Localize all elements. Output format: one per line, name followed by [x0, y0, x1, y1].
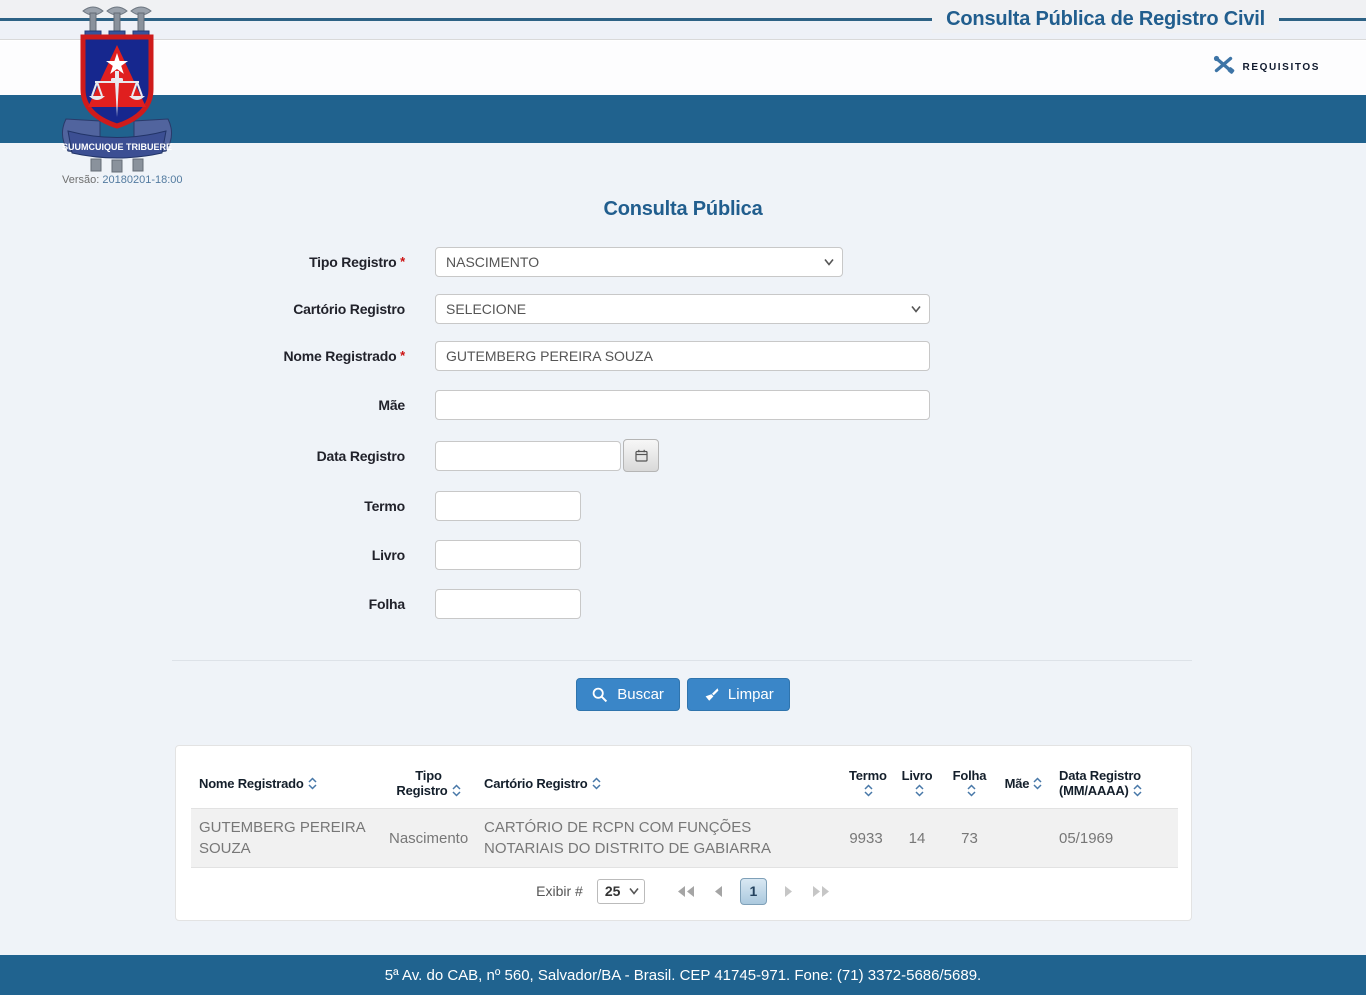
buscar-button[interactable]: Buscar [576, 678, 680, 711]
per-page-select[interactable]: 25 [597, 879, 645, 904]
termo-label: Termo [0, 498, 405, 514]
cartorio-registro-label: Cartório Registro [0, 301, 405, 317]
cell-nome-registrado: GUTEMBERG PEREIRA SOUZA [191, 809, 381, 868]
cell-termo: 9933 [841, 809, 891, 868]
last-page-button[interactable] [811, 885, 831, 898]
footer-address: 5ª Av. do CAB, nº 560, Salvador/BA - Bra… [385, 967, 981, 984]
logo-motto: SUUMCUIQUE TRIBUERE [62, 142, 172, 152]
tipo-registro-label: Tipo Registro * [0, 254, 405, 270]
cell-cartorio-registro: CARTÓRIO DE RCPN COM FUNÇÕES NOTARIAIS D… [476, 809, 841, 868]
cell-mae [996, 809, 1051, 868]
required-asterisk: * [400, 254, 405, 269]
col-header-nome-registrado[interactable]: Nome Registrado [191, 758, 381, 809]
form-row-cartorio-registro: Cartório Registro SELECIONE [0, 294, 1366, 324]
sort-icon[interactable] [967, 784, 976, 800]
page-title: Consulta Pública [0, 198, 1366, 221]
col-header-tipo-registro[interactable]: Tipo Registro [381, 758, 476, 809]
col-header-folha[interactable]: Folha [943, 758, 996, 809]
form-row-termo: Termo [0, 491, 1366, 521]
per-page-select-wrap: 25 [597, 879, 645, 904]
footer-bar: 5ª Av. do CAB, nº 560, Salvador/BA - Bra… [0, 955, 1366, 995]
form-row-data-registro: Data Registro [0, 439, 1366, 472]
sort-icon[interactable] [308, 777, 317, 793]
cell-livro: 14 [891, 809, 943, 868]
header-band-white [0, 41, 1366, 95]
sort-icon[interactable] [864, 784, 873, 800]
limpar-button[interactable]: Limpar [687, 678, 790, 711]
form-row-folha: Folha [0, 589, 1366, 619]
app-title: Consulta Pública de Registro Civil [932, 5, 1279, 33]
tipo-registro-select[interactable]: NASCIMENTO [435, 247, 843, 277]
action-buttons: Buscar Limpar [0, 678, 1366, 711]
header-blue-bar [0, 95, 1366, 143]
results-panel: Nome Registrado Tipo Registro Cartório R… [175, 745, 1192, 921]
page: Consulta Pública de Registro Civil REQUI… [0, 0, 1366, 995]
sort-icon[interactable] [452, 784, 461, 800]
mae-input[interactable] [435, 390, 930, 420]
requisitos-button[interactable]: REQUISITOS [1212, 55, 1321, 79]
pagination-bar: Exibir # 25 1 [191, 868, 1176, 914]
form-row-tipo-registro: Tipo Registro * NASCIMENTO [0, 247, 1366, 277]
data-registro-input[interactable] [435, 441, 621, 471]
col-header-cartorio-registro[interactable]: Cartório Registro [476, 758, 841, 809]
sort-icon[interactable] [592, 777, 601, 793]
form-divider [172, 660, 1192, 661]
cartorio-registro-select[interactable]: SELECIONE [435, 294, 930, 324]
first-page-button[interactable] [676, 885, 696, 898]
results-table: Nome Registrado Tipo Registro Cartório R… [191, 758, 1178, 868]
livro-label: Livro [0, 547, 405, 563]
data-registro-label: Data Registro [0, 448, 405, 464]
cell-data-registro: 05/1969 [1051, 809, 1178, 868]
form-row-livro: Livro [0, 540, 1366, 570]
pager-controls: 1 [676, 878, 831, 905]
folha-label: Folha [0, 596, 405, 612]
broom-icon [703, 687, 719, 703]
cell-folha: 73 [943, 809, 996, 868]
nome-registrado-input[interactable] [435, 341, 930, 371]
sort-icon[interactable] [1133, 784, 1142, 800]
col-header-data-registro[interactable]: Data Registro (MM/AAAA) [1051, 758, 1178, 809]
sort-icon[interactable] [1033, 777, 1042, 793]
table-row: GUTEMBERG PEREIRA SOUZA Nascimento CARTÓ… [191, 809, 1178, 868]
cell-tipo-registro: Nascimento [381, 809, 476, 868]
search-icon [592, 687, 608, 703]
axes-icon [83, 7, 151, 39]
main-content: Consulta Pública Tipo Registro * NASCIME… [0, 143, 1366, 955]
tools-icon [1212, 55, 1235, 79]
table-header-row: Nome Registrado Tipo Registro Cartório R… [191, 758, 1178, 809]
calendar-icon [635, 449, 648, 462]
col-header-livro[interactable]: Livro [891, 758, 943, 809]
current-page-button[interactable]: 1 [740, 878, 767, 905]
sort-icon[interactable] [915, 784, 924, 800]
next-page-button[interactable] [784, 885, 794, 898]
termo-input[interactable] [435, 491, 581, 521]
prev-page-button[interactable] [713, 885, 723, 898]
search-form: Tipo Registro * NASCIMENTO Cartório Regi… [0, 247, 1366, 619]
requisitos-label: REQUISITOS [1243, 62, 1321, 73]
form-row-mae: Mãe [0, 390, 1366, 420]
folha-input[interactable] [435, 589, 581, 619]
version-text: Versão: 20180201-18:00 [62, 174, 183, 186]
tribunal-logo: SUUMCUIQUE TRIBUERE [58, 3, 176, 180]
mae-label: Mãe [0, 397, 405, 413]
form-row-nome-registrado: Nome Registrado * [0, 341, 1366, 371]
required-asterisk: * [400, 348, 405, 363]
col-header-termo[interactable]: Termo [841, 758, 891, 809]
calendar-button[interactable] [623, 439, 659, 472]
exibir-label: Exibir # [536, 883, 583, 899]
livro-input[interactable] [435, 540, 581, 570]
nome-registrado-label: Nome Registrado * [0, 348, 405, 364]
col-header-mae[interactable]: Mãe [996, 758, 1051, 809]
